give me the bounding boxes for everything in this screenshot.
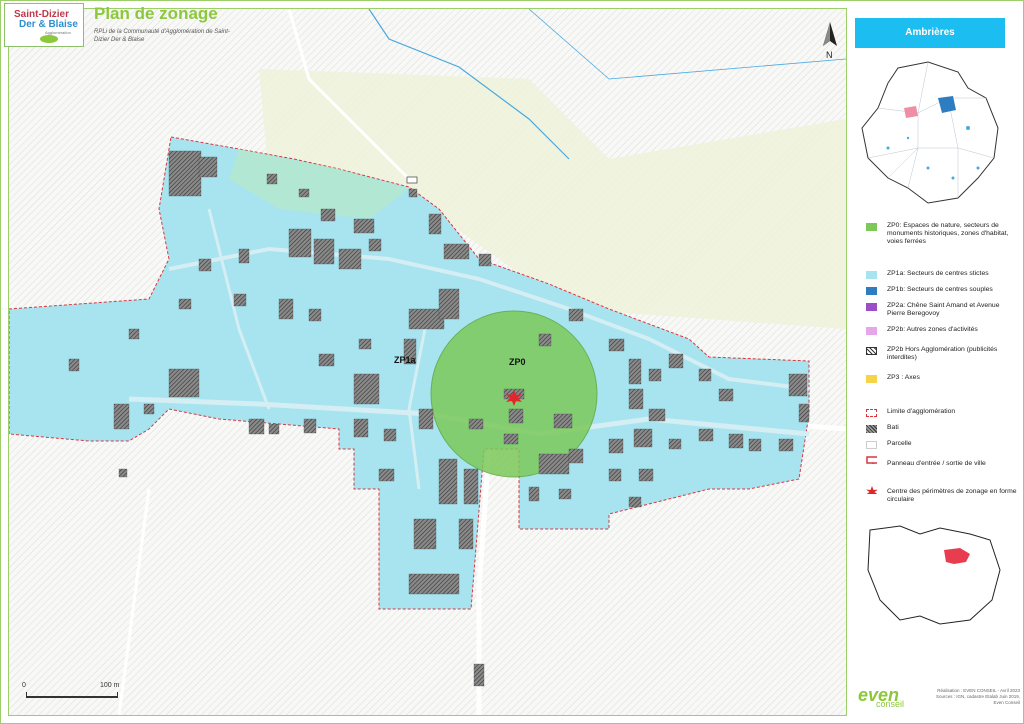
red-star-icon xyxy=(866,486,877,494)
legend-label: ZP1b: Secteurs de centres souples xyxy=(887,286,993,293)
logo-leaf-icon xyxy=(40,35,58,43)
legend-label: Panneau d'entrée / sortie de ville xyxy=(887,460,986,467)
scale-line xyxy=(26,696,118,698)
legend-swatch xyxy=(866,303,877,311)
label-zp1a: ZP1a xyxy=(394,355,417,365)
legend-label: ZP2b: Autres zones d'activités xyxy=(887,326,978,333)
legend-swatch xyxy=(866,223,877,231)
legend-swatch xyxy=(866,327,877,335)
map-canvas: ZP1a ZP0 xyxy=(9,9,846,715)
legend-label: Bati xyxy=(887,424,899,431)
legend-swatch xyxy=(866,375,877,383)
legend-swatch xyxy=(866,409,877,417)
legend-swatch xyxy=(866,441,877,449)
legend-label: ZP3 : Axes xyxy=(887,374,920,381)
scale-start: 0 xyxy=(22,682,26,689)
legend-label: ZP0: Espaces de nature, secteurs de monu… xyxy=(887,222,1009,245)
legend-swatch xyxy=(866,287,877,295)
town-sign-icon xyxy=(866,456,877,464)
north-label: N xyxy=(826,50,833,60)
legend-swatch xyxy=(866,425,877,433)
page-title: Plan de zonage xyxy=(94,4,218,23)
legend-swatch xyxy=(866,271,877,279)
legend-swatch xyxy=(866,347,877,355)
credits: Réalisation : EVEN CONSEIL - Avril 2023 … xyxy=(925,688,1020,706)
zoning-map[interactable]: ZP1a ZP0 xyxy=(8,8,847,716)
legend-label: ZP2a: Chêne Saint Amand et Avenue Pierre… xyxy=(887,302,1000,317)
credit-line: Even Conseil xyxy=(993,700,1020,705)
north-arrow-icon: N xyxy=(818,20,842,64)
inset-map-commune xyxy=(860,520,1008,630)
logo: Saint-Dizier Der & Blaise Agglomération xyxy=(4,3,84,47)
brand-sub: conseil xyxy=(876,699,905,709)
legend-label: Limite d'agglomération xyxy=(887,408,956,415)
inset-map-agglomeration xyxy=(858,58,1006,208)
legend-label: ZP1a: Secteurs de centres stictes xyxy=(887,270,989,277)
commune-banner: Ambrières xyxy=(855,18,1005,48)
scale-end: 100 m xyxy=(100,682,120,689)
legend-label: Centre des périmètres de zonage en forme… xyxy=(887,488,1017,503)
page-subtitle: RPLi de la Communauté d'Agglomération de… xyxy=(94,29,230,43)
town-sign xyxy=(406,176,418,184)
scale-tick xyxy=(117,692,118,698)
label-zp0: ZP0 xyxy=(509,357,526,367)
legend-label: ZP2b Hors Agglomération (publicités inte… xyxy=(887,346,998,361)
scale-bar: 0 100 m xyxy=(22,682,132,702)
logo-line2: Der & Blaise xyxy=(19,19,78,30)
legend-label: Parcelle xyxy=(887,440,912,447)
scale-tick xyxy=(26,692,27,698)
